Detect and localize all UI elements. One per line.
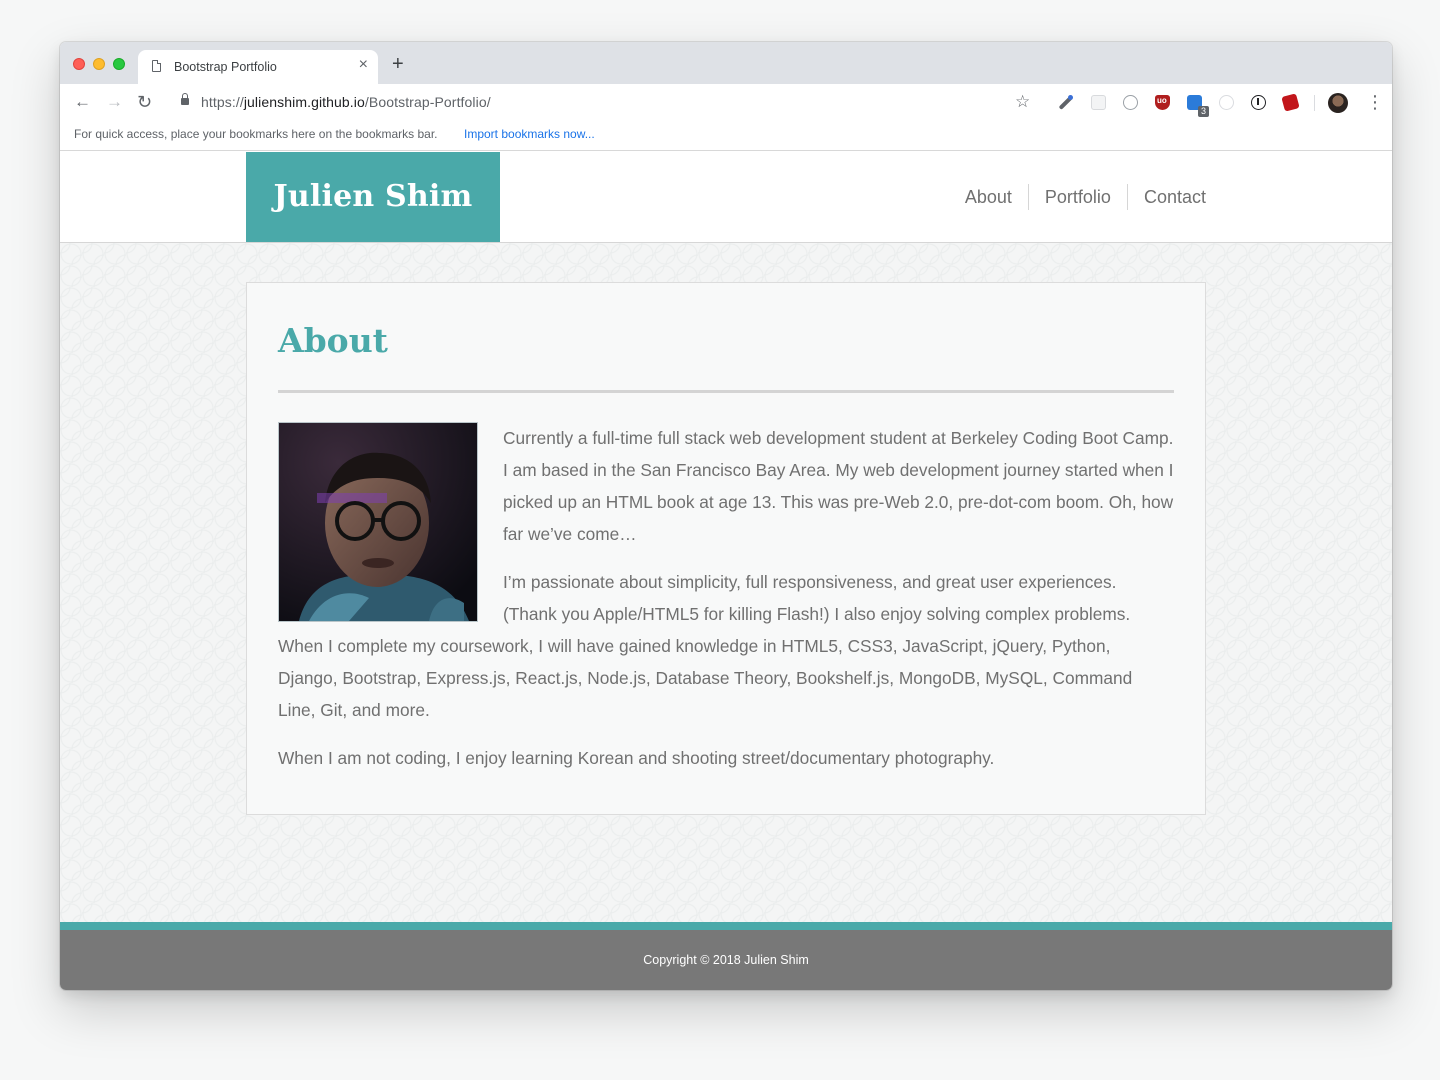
ruby-extension-icon[interactable] (1281, 93, 1300, 112)
site-brand[interactable]: Julien Shim (246, 152, 500, 242)
website: Julien Shim About Portfolio Contact Abou… (60, 152, 1392, 990)
about-heading: About (278, 321, 388, 360)
heading-divider (278, 390, 1174, 393)
reload-icon[interactable]: ↻ (137, 92, 152, 112)
url-path: /Bootstrap-Portfolio/ (364, 94, 491, 110)
lock-icon[interactable] (181, 93, 189, 105)
address-bar[interactable]: https://julienshim.github.io/Bootstrap-P… (201, 94, 491, 110)
close-window-button[interactable] (73, 58, 85, 70)
extension-faded-icon[interactable] (1219, 95, 1234, 110)
tab-title: Bootstrap Portfolio (174, 60, 277, 74)
extension-badge: 3 (1197, 106, 1209, 117)
extension-circle-icon[interactable] (1123, 95, 1138, 110)
forward-icon[interactable]: → (106, 92, 123, 112)
nav-contact[interactable]: Contact (1126, 184, 1206, 210)
browser-window: Bootstrap Portfolio × + ← → ↻ https://ju… (60, 42, 1392, 990)
browser-toolbar: ← → ↻ https://julienshim.github.io/Boots… (60, 84, 1392, 120)
url-scheme: https:// (201, 94, 244, 110)
nav-portfolio[interactable]: Portfolio (1027, 184, 1127, 210)
about-card: About Currently a full-time full stack w… (246, 282, 1206, 815)
site-nav: About Portfolio Contact (949, 184, 1206, 210)
tab-strip: Bootstrap Portfolio × + (60, 42, 1392, 84)
bookmark-star-icon[interactable]: ☆ (1015, 92, 1030, 112)
translate-extension-icon[interactable]: 3 (1187, 95, 1209, 117)
about-paragraph: When I am not coding, I enjoy learning K… (278, 748, 995, 768)
extension-icon[interactable] (1091, 95, 1106, 110)
footer-accent-bar (60, 922, 1392, 930)
profile-avatar[interactable] (1328, 93, 1348, 113)
bookmarks-bar: For quick access, place your bookmarks h… (60, 120, 1392, 151)
toolbar-divider (1314, 95, 1315, 111)
nav-about[interactable]: About (949, 184, 1028, 210)
site-footer: Copyright © 2018 Julien Shim (60, 930, 1392, 990)
portrait-image (279, 423, 477, 621)
browser-tab[interactable]: Bootstrap Portfolio × (138, 50, 378, 84)
back-icon[interactable]: ← (74, 92, 91, 112)
new-tab-button[interactable]: + (392, 54, 404, 74)
profile-photo (278, 422, 478, 622)
eyedropper-extension-icon[interactable] (1059, 95, 1074, 110)
bookmarks-hint: For quick access, place your bookmarks h… (74, 127, 438, 141)
import-bookmarks-link[interactable]: Import bookmarks now... (464, 127, 595, 141)
ublock-extension-icon[interactable] (1155, 95, 1170, 110)
zoom-window-button[interactable] (113, 58, 125, 70)
site-header: Julien Shim About Portfolio Contact (60, 152, 1392, 243)
browser-menu-icon[interactable]: ⋮ (1366, 92, 1384, 112)
page-icon (152, 60, 161, 72)
minimize-window-button[interactable] (93, 58, 105, 70)
tab-close-icon[interactable]: × (359, 57, 368, 73)
password-manager-extension-icon[interactable] (1251, 95, 1266, 110)
url-host: julienshim.github.io (243, 94, 365, 110)
